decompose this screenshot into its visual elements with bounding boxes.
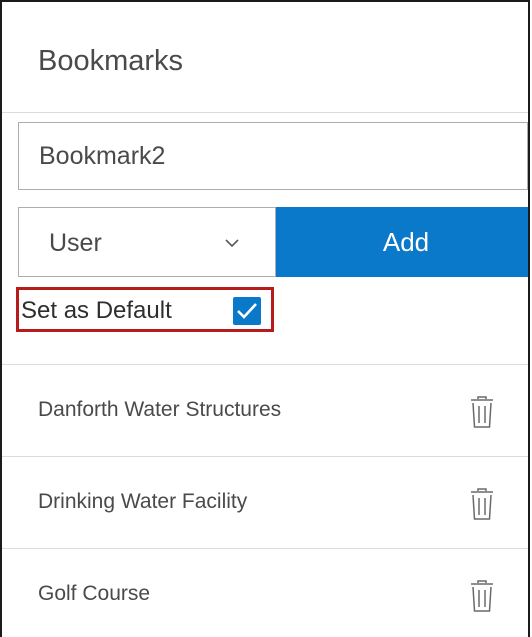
bookmark-label: Golf Course <box>38 582 151 605</box>
set-default-row: Set as Default <box>16 287 274 332</box>
trash-icon[interactable] <box>470 487 494 521</box>
bookmark-label: Danforth Water Structures <box>38 398 282 421</box>
add-button[interactable]: Add <box>276 207 528 277</box>
trash-icon[interactable] <box>470 579 494 613</box>
panel-header: Bookmarks <box>2 2 528 113</box>
list-item[interactable]: Golf Course <box>2 548 528 637</box>
chevron-down-icon <box>225 239 239 248</box>
bookmark-label: Drinking Water Facility <box>38 490 248 513</box>
set-default-label: Set as Default <box>21 297 172 324</box>
panel-title: Bookmarks <box>38 45 184 77</box>
checkmark-icon <box>237 303 257 319</box>
bookmark-list: Danforth Water Structures Drinking Water… <box>2 364 528 637</box>
trash-icon[interactable] <box>470 395 494 429</box>
scope-select-value: User <box>49 229 102 257</box>
bookmarks-panel: Bookmarks User Add Set as Default Danfor… <box>0 0 530 637</box>
set-default-checkbox[interactable] <box>233 297 261 325</box>
scope-select[interactable]: User <box>18 207 276 277</box>
list-item[interactable]: Drinking Water Facility <box>2 456 528 548</box>
add-button-label: Add <box>382 227 430 257</box>
list-item[interactable]: Danforth Water Structures <box>2 364 528 456</box>
bookmark-name-input[interactable] <box>18 122 528 190</box>
